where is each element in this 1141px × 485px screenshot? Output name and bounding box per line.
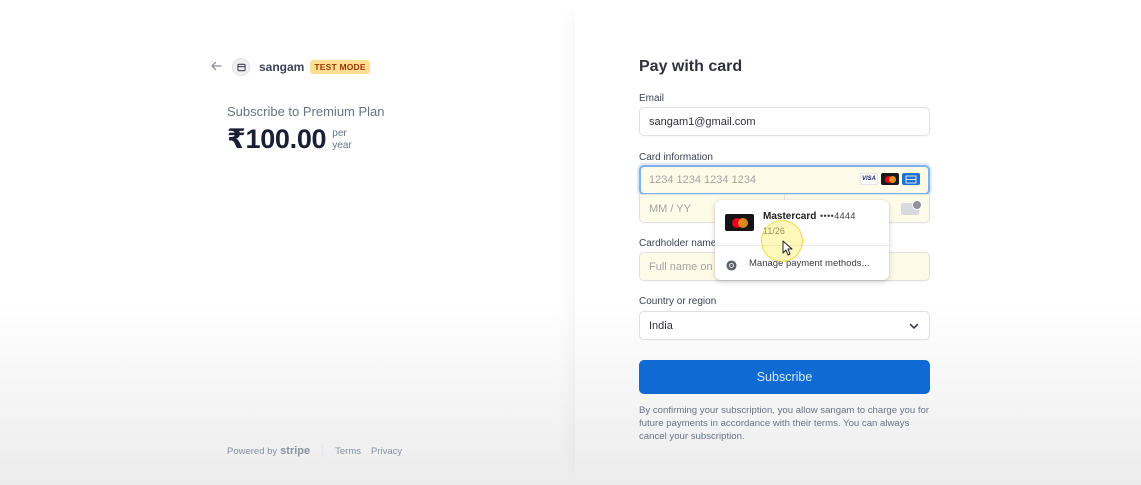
country-value: India: [649, 319, 673, 332]
subscribe-button[interactable]: Subscribe: [639, 360, 930, 394]
price-period-line1: per: [332, 127, 347, 139]
country-label: Country or region: [639, 296, 717, 307]
email-field[interactable]: sangam1@gmail.com: [639, 107, 930, 136]
saved-card-option[interactable]: Mastercard ••••4444 11/26: [715, 200, 889, 245]
merchant-name: sangam: [259, 60, 305, 74]
stripe-logo[interactable]: stripe: [280, 445, 310, 457]
privacy-link[interactable]: Privacy: [371, 446, 402, 457]
mastercard-icon: [725, 214, 754, 231]
card-brands: VISA: [860, 173, 920, 185]
price-amount: ₹100.00: [227, 124, 327, 154]
manage-payment-methods-label: Manage payment methods...: [749, 257, 870, 269]
chrome-icon: [726, 258, 737, 271]
test-mode-badge: TEST MODE: [310, 60, 370, 74]
card-info-label: Card information: [639, 152, 713, 163]
back-arrow-icon[interactable]: [210, 60, 224, 74]
manage-payment-methods-option[interactable]: Manage payment methods...: [715, 250, 889, 276]
email-value: sangam1@gmail.com: [649, 115, 756, 128]
saved-card-number: ••••4444: [820, 211, 856, 221]
chevron-down-icon: [909, 321, 919, 331]
popup-divider: [715, 245, 889, 246]
card-expiry-placeholder: MM / YY: [649, 202, 691, 215]
price-period: per year: [332, 128, 372, 152]
saved-card-brand: Mastercard: [763, 211, 817, 222]
consent-text: By confirming your subscription, you all…: [639, 405, 930, 442]
terms-link[interactable]: Terms: [335, 446, 361, 457]
amex-icon: [902, 173, 920, 185]
form-title: Pay with card: [639, 58, 743, 75]
footer-divider: [322, 444, 324, 458]
card-number-placeholder: 1234 1234 1234 1234: [649, 174, 757, 186]
cardholder-label: Cardholder name: [639, 238, 717, 249]
footer: Powered by stripe Terms Privacy: [227, 444, 412, 458]
autofill-popup: Mastercard ••••4444 11/26 Manage payment…: [715, 200, 889, 280]
powered-by-text: Powered by: [227, 445, 278, 457]
cvc-icon: [901, 200, 922, 215]
email-label: Email: [639, 93, 665, 104]
country-select[interactable]: India: [639, 311, 930, 340]
visa-icon: VISA: [860, 173, 878, 185]
merchant-logo-icon: [232, 58, 250, 76]
price-period-line2: year: [332, 139, 352, 151]
saved-card-expiry: 11/26: [763, 226, 785, 236]
product-title: Subscribe to Premium Plan: [227, 104, 385, 119]
price-row: ₹100.00 per year: [227, 124, 372, 155]
card-number-field[interactable]: 1234 1234 1234 1234 VISA: [639, 165, 930, 195]
merchant-header: sangam TEST MODE: [210, 57, 370, 77]
mastercard-icon: [881, 173, 899, 185]
